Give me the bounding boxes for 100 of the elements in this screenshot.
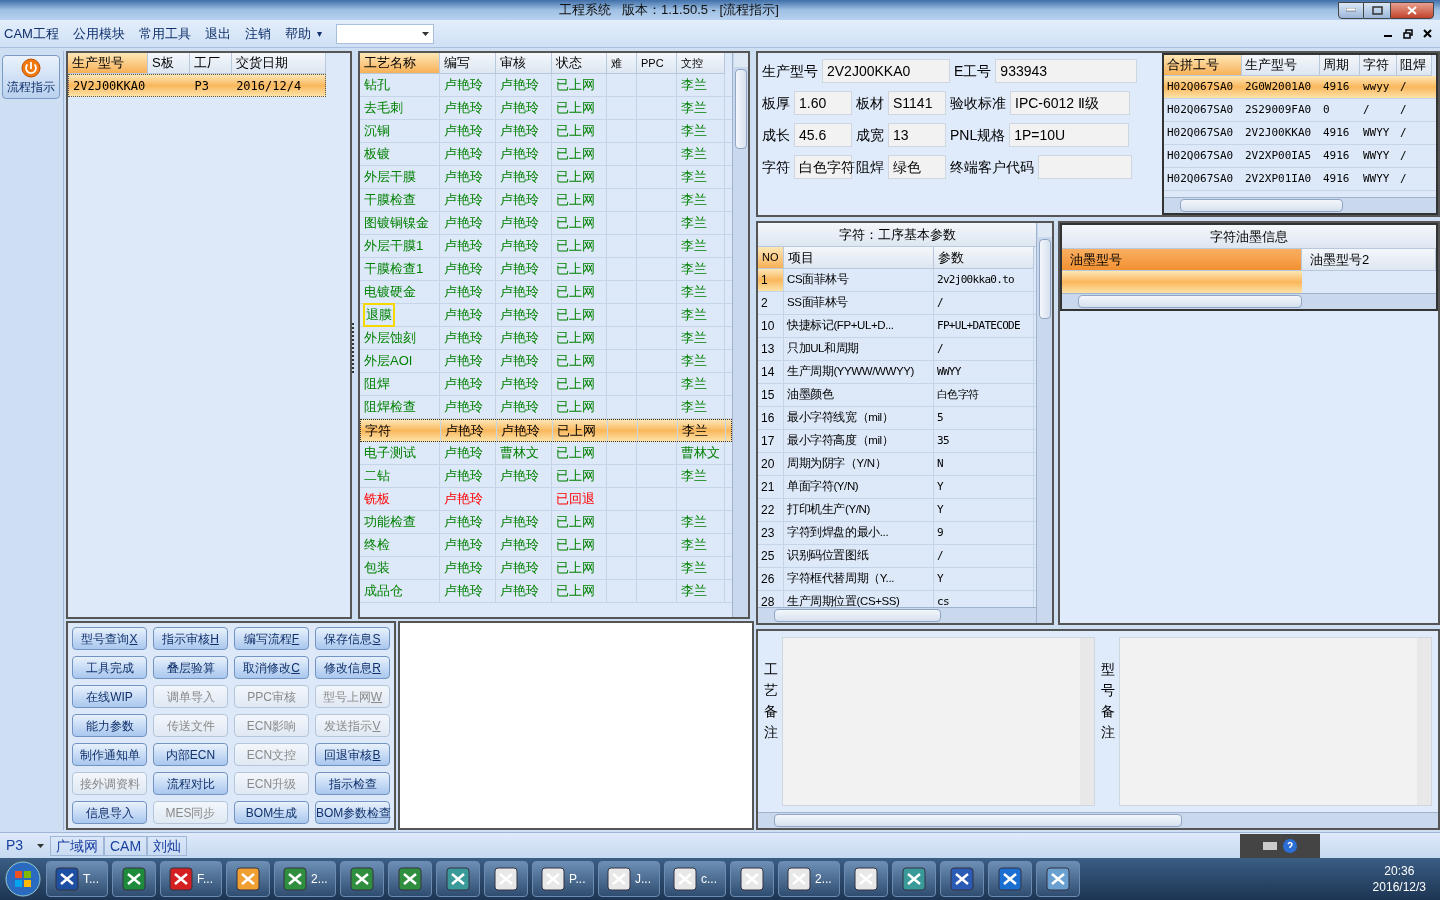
table-row[interactable]: 干膜检查1 卢艳玲 卢艳玲 已上网 李兰 — [360, 258, 732, 281]
input-field[interactable]: IPC-6012 Ⅱ级 — [1010, 91, 1130, 115]
drag-handle[interactable] — [352, 323, 355, 373]
action-button[interactable]: 信息导入 — [72, 801, 147, 824]
column-header[interactable]: 文控 — [677, 53, 725, 74]
table-row[interactable]: 图镀铜镍金 卢艳玲 卢艳玲 已上网 李兰 — [360, 212, 732, 235]
taskbar-button[interactable]: c... — [664, 861, 726, 897]
taskbar-button[interactable]: J... — [598, 861, 660, 897]
minimize-button[interactable] — [1338, 1, 1364, 19]
menu-overflow[interactable]: ▾ — [316, 26, 322, 41]
table-row[interactable]: 阻焊 卢艳玲 卢艳玲 已上网 李兰 — [360, 373, 732, 396]
table-row[interactable]: 电镀硬金 卢艳玲 卢艳玲 已上网 李兰 — [360, 281, 732, 304]
row-number-cell[interactable]: 10 — [758, 315, 784, 337]
menu-item[interactable]: 帮助 — [284, 23, 311, 44]
input-field[interactable]: 1P=10U — [1009, 123, 1130, 147]
row-number-cell[interactable]: 13 — [758, 338, 784, 360]
taskbar-button[interactable] — [1036, 861, 1080, 897]
horizontal-scrollbar[interactable] — [758, 812, 1438, 828]
table-row[interactable]: 外层蚀刻 卢艳玲 卢艳玲 已上网 李兰 — [360, 327, 732, 350]
table-row[interactable]: 成品仓 卢艳玲 卢艳玲 已上网 李兰 — [360, 580, 732, 603]
horizontal-scrollbar[interactable] — [1062, 293, 1436, 309]
input-field[interactable]: 933943 — [995, 59, 1138, 83]
table-row[interactable]: 终检 卢艳玲 卢艳玲 已上网 李兰 — [360, 534, 732, 557]
action-button[interactable]: BOM生成 — [234, 801, 309, 824]
action-button[interactable]: 在线WIP — [72, 685, 147, 708]
row-number-cell[interactable]: 1 — [758, 269, 784, 291]
table-row[interactable]: 字符 卢艳玲 卢艳玲 已上网 李兰 — [360, 419, 732, 442]
table-row[interactable]: 功能检查 卢艳玲 卢艳玲 已上网 李兰 — [360, 511, 732, 534]
column-header[interactable]: 编写 — [440, 53, 496, 74]
taskbar-button[interactable]: P... — [532, 861, 594, 897]
action-button[interactable]: 工具完成 — [72, 656, 147, 679]
status-tab[interactable]: 广域网 — [50, 835, 104, 856]
maximize-button[interactable] — [1364, 1, 1390, 19]
factory-dropdown[interactable]: P3 — [0, 833, 50, 858]
row-number-cell[interactable]: 15 — [758, 384, 784, 406]
column-header[interactable]: 审核 — [496, 53, 552, 74]
input-field[interactable]: 绿色 — [888, 155, 946, 179]
table-row[interactable]: 外层干膜 卢艳玲 卢艳玲 已上网 李兰 — [360, 166, 732, 189]
menu-item[interactable]: 退出 — [204, 23, 231, 44]
column-header[interactable]: PPC — [637, 53, 677, 74]
column-header[interactable]: 阻焊 — [1397, 55, 1432, 76]
taskbar-button[interactable]: 2... — [778, 861, 840, 897]
menu-item[interactable]: CAM工程 — [4, 23, 59, 44]
horizontal-scrollbar[interactable] — [1164, 197, 1436, 213]
input-field[interactable]: S1141 — [888, 91, 946, 115]
table-row[interactable]: H02Q067SA0 2G0W2001A0 4916 wwyy / — [1164, 76, 1436, 99]
column-header[interactable]: 难 — [607, 53, 637, 74]
table-row[interactable]: H02Q067SA0 2V2XP00IA5 4916 WWYY / — [1164, 145, 1436, 168]
table-row[interactable]: 二钻 卢艳玲 卢艳玲 已上网 李兰 — [360, 465, 732, 488]
action-button[interactable]: 修改信息R — [315, 656, 390, 679]
status-tab[interactable]: 刘灿 — [147, 835, 188, 856]
input-field[interactable]: 13 — [888, 123, 946, 147]
column-header[interactable]: 状态 — [552, 53, 607, 74]
close-button[interactable] — [1390, 1, 1434, 19]
taskbar-button[interactable] — [892, 861, 936, 897]
menu-item[interactable]: 注销 — [244, 23, 271, 44]
restore-icon[interactable] — [1403, 28, 1413, 39]
row-number-cell[interactable]: 14 — [758, 361, 784, 383]
table-row[interactable]: 去毛刺 卢艳玲 卢艳玲 已上网 李兰 — [360, 97, 732, 120]
row-number-cell[interactable]: 21 — [758, 476, 784, 498]
column-header[interactable]: NO — [758, 247, 784, 269]
taskbar-button[interactable] — [730, 861, 774, 897]
vertical-scrollbar[interactable] — [1036, 223, 1052, 623]
action-button[interactable]: 回退审核B — [315, 743, 390, 766]
input-field[interactable] — [1038, 155, 1132, 179]
taskbar-button[interactable] — [988, 861, 1032, 897]
taskbar-button[interactable]: T... — [46, 861, 108, 897]
taskbar-button[interactable] — [940, 861, 984, 897]
column-header[interactable]: 交货日期 — [232, 53, 326, 74]
action-button[interactable]: 制作通知单 — [72, 743, 147, 766]
table-row[interactable]: H02Q067SA0 2V2J00KKA0 4916 WWYY / — [1164, 122, 1436, 145]
close-icon[interactable] — [1423, 29, 1432, 38]
taskbar-button[interactable]: F... — [160, 861, 222, 897]
row-number-cell[interactable]: 22 — [758, 499, 784, 521]
action-button[interactable]: 能力参数 — [72, 714, 147, 737]
table-row[interactable]: 包装 卢艳玲 卢艳玲 已上网 李兰 — [360, 557, 732, 580]
column-header[interactable]: 字符 — [1360, 55, 1397, 76]
row-number-cell[interactable]: 16 — [758, 407, 784, 429]
column-header[interactable]: 生产型号 — [1242, 55, 1320, 76]
table-row[interactable]: 沉铜 卢艳玲 卢艳玲 已上网 李兰 — [360, 120, 732, 143]
action-button[interactable]: 指示审核H — [153, 627, 228, 650]
action-button[interactable]: 取消修改C — [234, 656, 309, 679]
taskbar-button[interactable] — [226, 861, 270, 897]
taskbar-button[interactable]: 2... — [274, 861, 336, 897]
table-row[interactable]: 干膜检查 卢艳玲 卢艳玲 已上网 李兰 — [360, 189, 732, 212]
row-number-cell[interactable]: 20 — [758, 453, 784, 475]
taskbar-button[interactable] — [112, 861, 156, 897]
taskbar-button[interactable] — [340, 861, 384, 897]
column-header[interactable]: 油墨型号 — [1062, 249, 1302, 271]
language-bar[interactable] — [1240, 833, 1320, 858]
row-number-cell[interactable]: 26 — [758, 568, 784, 590]
input-field[interactable]: 2V2J00KKA0 — [822, 59, 950, 83]
status-tab[interactable]: CAM — [104, 835, 148, 856]
taskbar-button[interactable] — [484, 861, 528, 897]
taskbar-button[interactable] — [388, 861, 432, 897]
row-number-cell[interactable]: 17 — [758, 430, 784, 452]
menu-item[interactable]: 常用工具 — [138, 23, 191, 44]
table-row[interactable]: 退膜 卢艳玲 卢艳玲 已上网 李兰 — [360, 304, 732, 327]
action-button[interactable]: 内部ECN — [153, 743, 228, 766]
action-button[interactable]: 指示检查 — [315, 772, 390, 795]
